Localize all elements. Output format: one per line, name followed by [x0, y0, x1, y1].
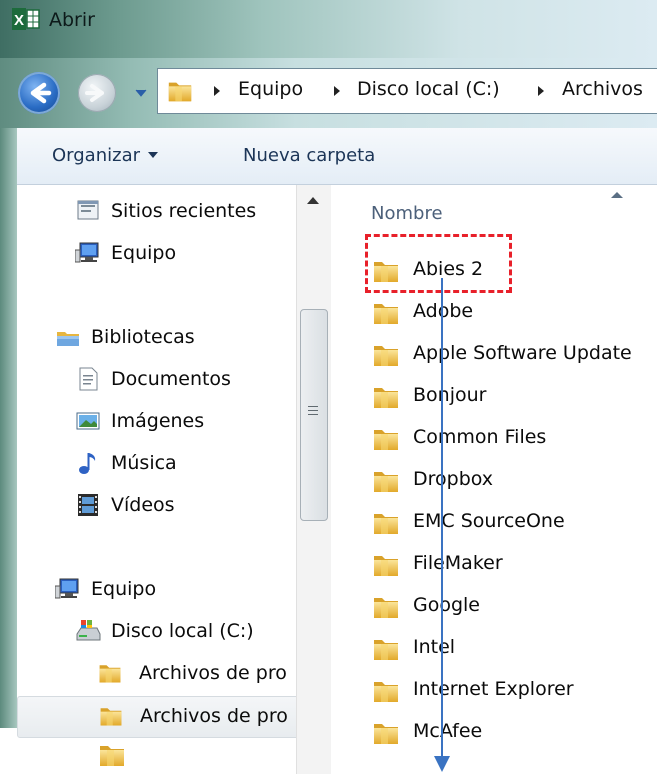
window-frame [0, 128, 17, 728]
file-name: Dropbox [413, 468, 494, 490]
sidebar-item-program-files-selected[interactable]: Archivos de pro [17, 696, 311, 738]
folder-icon [371, 425, 401, 453]
annotation-arrow [441, 278, 443, 758]
folder-icon [371, 341, 401, 369]
grip-icon [308, 414, 318, 415]
music-icon [79, 453, 96, 474]
videos-icon [78, 494, 98, 516]
back-arrow-icon [30, 82, 52, 104]
sidebar-item-label: Equipo [111, 242, 177, 264]
sidebar-item-pictures[interactable]: Imágenes [75, 405, 305, 439]
sidebar-item-label: Sitios recientes [111, 200, 257, 222]
column-header-name[interactable]: Nombre [371, 203, 443, 224]
sidebar-item-computer[interactable]: Equipo [75, 237, 305, 271]
folder-icon [166, 77, 194, 105]
folder-icon [97, 741, 127, 769]
file-name: EMC SourceOne [413, 510, 565, 532]
address-bar[interactable]: Equipo Disco local (C:) Archivos [157, 68, 657, 114]
folder-icon [371, 677, 401, 705]
folder-icon [371, 383, 401, 411]
folder-icon [371, 509, 401, 537]
folder-icon [371, 467, 401, 495]
breadcrumb-equipo[interactable]: Equipo [238, 78, 303, 100]
sidebar-item-documents[interactable]: Documentos [75, 363, 305, 397]
sidebar-item-program-files[interactable]: Archivos de pro [97, 657, 297, 691]
folder-icon [97, 660, 123, 686]
folder-icon [371, 593, 401, 621]
chevron-down-icon [148, 152, 158, 158]
svg-text:X: X [14, 12, 24, 29]
folder-icon [371, 299, 401, 327]
sidebar-item-local-disk[interactable]: Disco local (C:) [75, 615, 305, 649]
pictures-icon [76, 412, 100, 430]
documents-icon [79, 367, 98, 391]
back-button[interactable] [18, 72, 60, 114]
new-folder-button[interactable]: Nueva carpeta [243, 145, 375, 166]
forward-arrow-icon [85, 84, 104, 102]
sidebar-item-label: Vídeos [111, 494, 175, 516]
window-title: Abrir [49, 9, 95, 31]
sidebar-item-label: Disco local (C:) [111, 620, 254, 642]
navigation-pane: Sitios recientes Equipo Bibliotecas Docu… [17, 185, 330, 774]
sidebar-item-label: Archivos de pro [140, 705, 288, 727]
file-name: Google [413, 594, 481, 616]
file-name: Apple Software Update [413, 342, 632, 364]
grip-icon [308, 406, 318, 407]
forward-button[interactable] [78, 74, 116, 112]
sidebar-item-libraries[interactable]: Bibliotecas [55, 321, 305, 355]
breadcrumb-separator-icon [214, 86, 220, 96]
folder-icon [98, 703, 124, 729]
breadcrumb-disco-local[interactable]: Disco local (C:) [357, 78, 500, 100]
sidebar-item-videos[interactable]: Vídeos [75, 489, 305, 523]
toolbar: Organizar Nueva carpeta [17, 128, 657, 185]
scroll-up-icon[interactable] [307, 197, 319, 204]
file-name: Internet Explorer [413, 678, 574, 700]
sidebar-item-label: Equipo [91, 578, 157, 600]
sidebar-item-label: Música [111, 452, 177, 474]
folder-icon [371, 719, 401, 747]
folder-icon [371, 551, 401, 579]
sidebar-item-label: Imágenes [111, 410, 205, 432]
computer-icon [55, 578, 79, 599]
sidebar-item-music[interactable]: Música [75, 447, 305, 481]
sidebar-item-recent-places[interactable]: Sitios recientes [75, 195, 305, 229]
file-name: Intel [413, 636, 456, 658]
file-name: Bonjour [413, 384, 487, 406]
sort-ascending-icon [611, 192, 623, 198]
highlight-box [365, 234, 512, 293]
sidebar-item-label: Bibliotecas [91, 326, 195, 348]
sidebar-item-label: Documentos [111, 368, 231, 390]
arrow-down-icon [434, 756, 450, 772]
recent-places-icon [77, 200, 99, 220]
breadcrumb-archivos[interactable]: Archivos [562, 78, 643, 100]
chevron-down-icon[interactable] [134, 86, 148, 100]
scrollbar-thumb[interactable] [300, 309, 328, 521]
folder-icon [371, 635, 401, 663]
breadcrumb-separator-icon [334, 86, 340, 96]
breadcrumb-separator-icon [538, 86, 544, 96]
excel-icon: X [12, 8, 40, 30]
grip-icon [308, 410, 318, 411]
sidebar-item-label: Archivos de pro [139, 662, 287, 684]
organize-button[interactable]: Organizar [52, 145, 158, 166]
file-name: McAfee [413, 720, 483, 742]
file-name: Common Files [413, 426, 547, 448]
computer-icon [75, 242, 99, 263]
libraries-icon [57, 332, 79, 346]
local-disk-icon [76, 620, 101, 641]
sidebar-item-computer-tree[interactable]: Equipo [55, 573, 305, 607]
file-name: Adobe [413, 300, 474, 322]
file-name: FileMaker [413, 552, 503, 574]
organize-label: Organizar [52, 145, 140, 166]
title-bar [0, 0, 657, 58]
